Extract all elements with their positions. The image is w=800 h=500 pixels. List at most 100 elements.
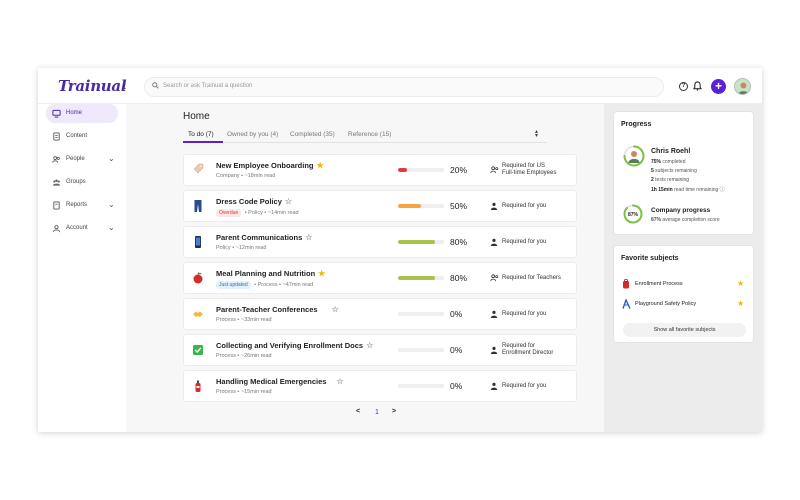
star-icon[interactable]: ☆ (332, 305, 339, 314)
subject-meta: Company • ~18min read (216, 173, 276, 179)
sidebar: Home Content People ⌄ Groups Reports ⌄ A… (38, 104, 126, 432)
user-name: Chris Roehl (651, 148, 691, 155)
progress-bar (398, 168, 444, 172)
handshake-icon (193, 311, 203, 317)
help-icon[interactable]: ? (679, 82, 688, 91)
collapse-sidebar-icon[interactable]: ‹ (122, 79, 126, 92)
phone-icon (195, 236, 201, 248)
progress-card: Progress Chris Roehl 75% completed 5 sub… (613, 111, 754, 235)
sidebar-item-content[interactable]: Content (46, 127, 118, 146)
tab-reference[interactable]: Reference (15) (348, 131, 391, 138)
star-icon[interactable]: ☆ (366, 341, 373, 350)
show-all-favorites-button[interactable]: Show all favorite subjects (623, 323, 746, 337)
document-icon (53, 132, 60, 141)
list-item[interactable]: Meal Planning and Nutrition ★ Just update… (183, 262, 577, 294)
star-icon[interactable]: ☆ (285, 197, 292, 206)
star-icon[interactable]: ☆ (336, 377, 343, 386)
list-item[interactable]: Dress Code Policy ☆ Overdue • Policy • ~1… (183, 190, 577, 222)
next-page-button[interactable]: > (392, 408, 396, 415)
company-progress-ring: 87% (623, 204, 643, 224)
star-icon[interactable]: ★ (737, 279, 744, 288)
sidebar-item-home[interactable]: Home (46, 104, 118, 123)
favorite-label: Enrollment Process (635, 281, 683, 287)
subject-title[interactable]: Meal Planning and Nutrition ★ (216, 269, 325, 278)
favorites-title: Favorite subjects (621, 255, 679, 262)
requirement: Required for you (502, 383, 547, 389)
logo: Trainual (58, 77, 127, 95)
progress-percent: 80% (450, 237, 468, 247)
tab-completed[interactable]: Completed (35) (290, 131, 335, 138)
person-icon (490, 346, 498, 354)
star-icon[interactable]: ★ (318, 269, 325, 278)
person-icon (490, 382, 498, 390)
tag-icon (193, 163, 204, 174)
star-icon[interactable]: ☆ (305, 233, 312, 242)
avatar[interactable] (734, 78, 751, 95)
prev-page-button[interactable]: < (356, 408, 360, 415)
stat-subjects: 5 subjects remaining (651, 168, 697, 174)
list-item[interactable]: Parent-Teacher Conferences ☆ Process • ~3… (183, 298, 577, 330)
app-window: Trainual ‹ Search or ask Trainual a ques… (38, 68, 762, 432)
subject-title[interactable]: Dress Code Policy ☆ (216, 197, 292, 206)
groups-icon (52, 179, 61, 186)
subject-title[interactable]: Parent Communications ☆ (216, 233, 312, 242)
subject-meta: Process • ~15min read (216, 389, 272, 395)
monitor-icon (52, 109, 61, 118)
stat-tests: 2 tests remaining (651, 177, 690, 183)
favorite-item[interactable]: Playground Safety Policy ★ (621, 299, 748, 311)
favorite-item[interactable]: Enrollment Process ★ (621, 279, 748, 291)
playground-icon (622, 299, 631, 309)
star-icon[interactable]: ★ (317, 161, 324, 170)
chevron-down-icon[interactable]: ⌄ (108, 154, 115, 163)
apple-icon (193, 272, 203, 284)
extinguisher-icon (195, 380, 201, 392)
main-content: Home To do (7) Owned by you (4) Complete… (126, 104, 604, 432)
person-icon (490, 310, 498, 318)
requirement: Required for you (502, 239, 547, 245)
bell-icon[interactable] (693, 81, 702, 91)
page-number[interactable]: 1 (375, 409, 379, 416)
subject-title[interactable]: Handling Medical Emergencies ☆ (216, 377, 344, 386)
requirement: Required for you (502, 311, 547, 317)
star-icon[interactable]: ★ (737, 299, 744, 308)
tab-to-do[interactable]: To do (7) (188, 131, 214, 138)
chevron-down-icon[interactable]: ⌄ (108, 200, 115, 209)
page-title: Home (183, 111, 210, 122)
list-item[interactable]: Parent Communications ☆ Policy • ~12min r… (183, 226, 577, 258)
status-badge: Overdue (216, 209, 242, 217)
progress-fill (398, 240, 435, 244)
pagination: < 1 > (126, 408, 604, 420)
sidebar-item-account[interactable]: Account ⌄ (46, 219, 118, 238)
company-progress-percent: 87% (628, 212, 639, 218)
subject-title[interactable]: New Employee Onboarding ★ (216, 161, 324, 170)
sidebar-item-label: Account (66, 225, 88, 231)
subject-title[interactable]: Parent-Teacher Conferences ☆ (216, 305, 339, 314)
progress-percent: 0% (450, 309, 463, 319)
favorite-label: Playground Safety Policy (635, 301, 697, 307)
add-button[interactable]: + (711, 79, 726, 94)
subject-meta: Just updated • Process • ~47min read (216, 281, 313, 289)
sidebar-item-groups[interactable]: Groups (46, 173, 118, 192)
search-placeholder: Search or ask Trainual a question (163, 83, 253, 89)
progress-fill (398, 204, 421, 208)
list-item[interactable]: Collecting and Verifying Enrollment Docs… (183, 334, 577, 366)
progress-fill (398, 276, 435, 280)
jeans-icon (194, 200, 202, 212)
sidebar-item-reports[interactable]: Reports ⌄ (46, 196, 118, 215)
progress-percent: 0% (450, 345, 463, 355)
progress-bar (398, 276, 444, 280)
subject-meta: Process • ~33min read (216, 317, 272, 323)
list-item[interactable]: Handling Medical Emergencies ☆ Process • … (183, 370, 577, 402)
list-item[interactable]: New Employee Onboarding ★ Company • ~18mi… (183, 154, 577, 186)
requirement: Required for Teachers (502, 275, 561, 281)
progress-percent: 50% (450, 201, 468, 211)
subject-title[interactable]: Collecting and Verifying Enrollment Docs… (216, 341, 373, 350)
search-input[interactable]: Search or ask Trainual a question (144, 77, 664, 97)
info-icon[interactable]: ⓘ (720, 187, 725, 193)
sidebar-item-people[interactable]: People ⌄ (46, 150, 118, 169)
sidebar-item-label: Home (66, 110, 83, 116)
tab-owned-by-you[interactable]: Owned by you (4) (227, 131, 278, 138)
chevron-down-icon[interactable]: ⌄ (108, 223, 115, 232)
sort-icon[interactable]: ▴ ▾ (535, 129, 538, 139)
progress-percent: 20% (450, 165, 468, 175)
